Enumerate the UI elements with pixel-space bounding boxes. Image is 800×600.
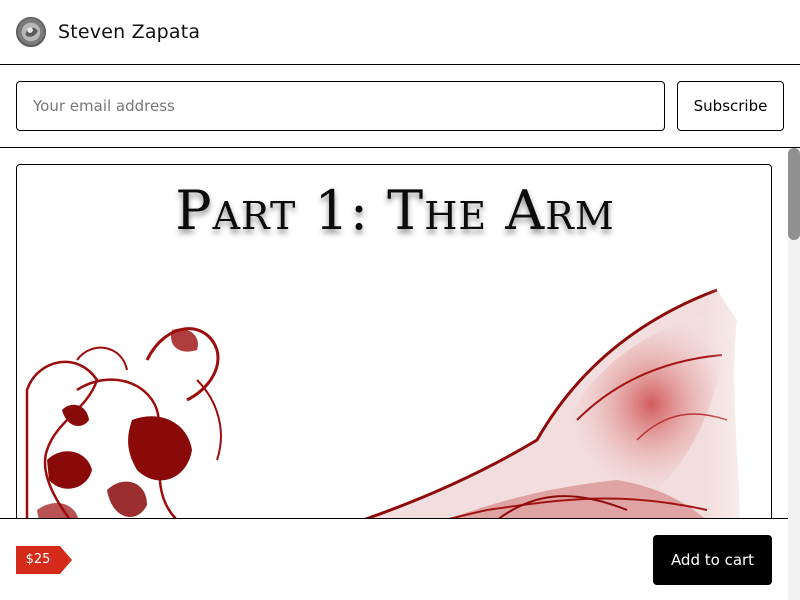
scrollbar[interactable]	[788, 148, 800, 600]
creator-avatar[interactable]	[16, 17, 46, 47]
price-label: $25	[25, 552, 51, 567]
subscribe-bar: Subscribe	[0, 65, 800, 148]
arm-sketch-image	[25, 260, 771, 518]
add-to-cart-button[interactable]: Add to cart	[653, 535, 772, 585]
header: Steven Zapata	[0, 0, 800, 65]
product-content: Part 1: The Arm	[0, 148, 788, 518]
product-cover[interactable]: Part 1: The Arm	[16, 164, 772, 518]
scroll-thumb[interactable]	[788, 148, 800, 240]
price-tag: $25	[16, 546, 72, 574]
email-input[interactable]	[16, 81, 665, 131]
purchase-bar: $25 Add to cart	[0, 518, 788, 600]
cover-title: Part 1: The Arm	[175, 179, 615, 242]
subscribe-button[interactable]: Subscribe	[677, 81, 784, 131]
avatar-image-icon	[17, 18, 45, 46]
creator-name[interactable]: Steven Zapata	[58, 21, 200, 43]
